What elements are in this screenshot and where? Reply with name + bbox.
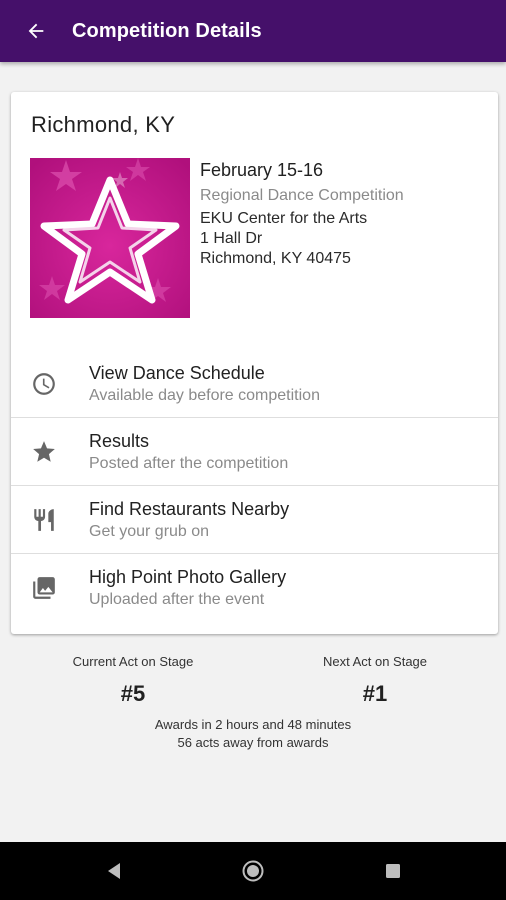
competition-card: Richmond, KY February 15-16 Regional Dan… <box>11 92 498 634</box>
competition-dates: February 15-16 <box>200 160 324 180</box>
current-act: Current Act on Stage #5 <box>11 650 255 706</box>
nav-home-icon <box>242 860 264 882</box>
menu-item-photo-gallery[interactable]: High Point Photo Gallery Uploaded after … <box>11 554 498 622</box>
nav-back-button[interactable] <box>84 842 144 900</box>
awards-time: Awards in 2 hours and 48 minutes <box>154 717 352 732</box>
back-button[interactable] <box>0 0 72 62</box>
star-icon <box>33 440 55 462</box>
system-nav-bar <box>0 842 506 900</box>
next-act-label: Next Act on Stage <box>322 654 428 669</box>
competition-info: February 15-16 Regional Dance Competitio… <box>200 158 404 269</box>
awards-acts: 56 acts away from awards <box>177 735 329 750</box>
nav-recents-icon <box>386 864 400 878</box>
menu-item-title: High Point Photo Gallery <box>89 567 287 587</box>
menu-item-title: Results <box>89 430 150 451</box>
venue-name: EKU Center for the Arts <box>200 210 368 227</box>
photo-library-icon <box>33 577 55 599</box>
app-bar: Competition Details <box>0 0 506 62</box>
competition-city: Richmond, KY <box>31 112 176 137</box>
menu-item-subtitle: Posted after the competition <box>89 454 289 472</box>
competition-logo <box>30 158 190 318</box>
nav-back-icon <box>108 863 120 879</box>
page-title: Competition Details <box>72 19 262 42</box>
menu-item-results[interactable]: Results Posted after the competition <box>11 418 498 486</box>
nav-home-button[interactable] <box>223 842 283 900</box>
menu-item-title: Find Restaurants Nearby <box>89 498 290 519</box>
next-act: Next Act on Stage #1 <box>253 650 497 706</box>
clock-icon <box>33 372 55 395</box>
menu-item-subtitle: Uploaded after the event <box>89 591 265 608</box>
address-line-2: Richmond, KY 40475 <box>200 250 351 267</box>
arrow-back-icon <box>28 23 44 39</box>
menu-item-restaurants[interactable]: Find Restaurants Nearby Get your grub on <box>11 486 498 554</box>
current-act-label: Current Act on Stage <box>72 654 194 669</box>
nav-recents-button[interactable] <box>363 842 423 900</box>
menu-item-subtitle: Get your grub on <box>89 522 210 540</box>
address-line-1: 1 Hall Dr <box>200 230 263 247</box>
next-act-value: #1 <box>362 681 388 706</box>
current-act-value: #5 <box>120 681 146 706</box>
menu-item-dance-schedule[interactable]: View Dance Schedule Available day before… <box>11 350 498 418</box>
competition-menu: View Dance Schedule Available day before… <box>11 350 498 622</box>
menu-item-subtitle: Available day before competition <box>89 386 320 404</box>
menu-item-title: View Dance Schedule <box>89 362 265 383</box>
competition-type: Regional Dance Competition <box>200 187 404 204</box>
venue-address: EKU Center for the Arts 1 Hall Dr Richmo… <box>200 209 404 269</box>
awards-info: Awards in 2 hours and 48 minutes 56 acts… <box>0 716 506 752</box>
restaurant-icon <box>34 508 54 531</box>
